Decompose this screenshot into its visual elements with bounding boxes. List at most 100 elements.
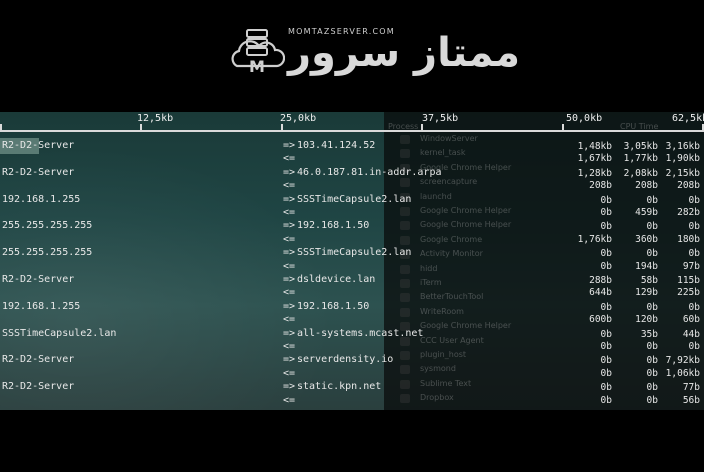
outbound-rate: 0b (688, 301, 700, 313)
outbound-rate: 77b (682, 382, 700, 394)
connection-destination: all-systems.mcast.net (297, 327, 424, 339)
process-icon (400, 207, 410, 216)
scale-label: 25,0kb (280, 113, 317, 124)
process-name: BetterTouchTool (420, 292, 484, 302)
inbound-arrow: <= (283, 260, 296, 272)
outbound-rate: 115b (677, 275, 700, 286)
process-icon (400, 351, 410, 360)
process-icon (400, 135, 410, 144)
connection-source: R2-D2-Server (2, 354, 75, 366)
process-name: WindowServer (420, 134, 478, 143)
process-icon (400, 235, 410, 245)
outbound-arrow: => (283, 354, 296, 366)
connection-destination: dsldevice.lan (297, 274, 376, 285)
header-banner: M MOMTAZSERVER.COM ممتاز سرور (0, 0, 704, 112)
connection-source: SSSTimeCapsule2.lan (2, 327, 117, 339)
inbound-rate: 282b (677, 207, 700, 218)
process-icon (400, 178, 410, 188)
process-name: Sublime Text (420, 378, 472, 388)
outbound-arrow: => (283, 220, 296, 232)
process-icon (400, 221, 410, 231)
process-name: Google Chrome Helper (420, 206, 512, 215)
svg-text:M: M (249, 57, 265, 76)
process-icon (400, 279, 410, 288)
connection-source: R2-D2-Server (2, 381, 75, 393)
process-name: Google Chrome Helper (420, 321, 512, 331)
process-name: Google Chrome Helper (420, 220, 512, 230)
process-icon (400, 365, 410, 375)
process-name: hidd (420, 263, 438, 273)
process-name: iTerm (420, 278, 442, 287)
connection-source: 192.168.1.255 (2, 193, 81, 205)
outbound-arrow: => (283, 300, 296, 312)
connection-source: 255.255.255.255 (2, 220, 93, 232)
outbound-rate: 0b (688, 194, 700, 206)
process-name: WriteRoom (420, 306, 464, 316)
logo-brand-text: ممتاز سرور (288, 30, 520, 76)
connection-source: R2-D2-Server (2, 274, 75, 285)
process-name: CCC User Agent (420, 335, 484, 345)
server-cloud-m-icon: M (231, 29, 285, 76)
inbound-rate: 180b (677, 233, 700, 245)
outbound-arrow: => (283, 381, 296, 393)
outbound-rate: 3,16kb (665, 141, 700, 152)
outbound-arrow: => (283, 327, 296, 339)
connection-destination: serverdensity.io (297, 354, 394, 366)
scale-bar (0, 130, 704, 132)
process-icon (400, 379, 410, 389)
inbound-arrow: <= (283, 394, 296, 406)
process-name: kernel_task (420, 148, 466, 158)
process-name: screencapture (420, 177, 478, 187)
outbound-arrow: => (283, 140, 296, 151)
outbound-rate: 0b (688, 221, 700, 233)
inbound-arrow: <= (283, 207, 296, 218)
connection-destination: 192.168.1.50 (297, 220, 370, 232)
inbound-rate: 60b (682, 314, 700, 326)
inbound-arrow: <= (283, 341, 296, 352)
outbound-rate: 2,15kb (665, 167, 700, 179)
process-name: launchd (420, 191, 452, 201)
process-name: sysmond (420, 364, 456, 374)
scale-label: 62,5kb (672, 113, 704, 124)
outbound-arrow: => (283, 166, 296, 178)
outbound-rate: 0b (688, 248, 700, 260)
process-icon (400, 307, 410, 317)
outbound-rate: 7,92kb (665, 355, 700, 367)
process-icon (400, 293, 410, 303)
inbound-rate: 1,06kb (665, 367, 700, 379)
connection-destination: 103.41.124.52 (297, 140, 376, 151)
connection-source: R2-D2-Server (2, 166, 75, 178)
outbound-arrow: => (283, 274, 296, 285)
inbound-rate: 0b (688, 341, 700, 352)
connection-source: 255.255.255.255 (2, 247, 93, 259)
connection-source: R2-D2-Server (2, 140, 75, 151)
connection-destination: SSSTimeCapsule2.lan (297, 193, 412, 205)
inbound-rate: 1,90kb (665, 153, 700, 165)
outbound-arrow: => (283, 193, 296, 205)
process-name: Dropbox (420, 393, 454, 403)
process-icon (400, 149, 410, 159)
terminal-window: Process CPU Time WindowServer kernel_task… (0, 112, 704, 410)
connection-destination: SSSTimeCapsule2.lan (297, 247, 412, 259)
inbound-arrow: <= (283, 180, 296, 192)
process-name: plugin_host (420, 350, 467, 359)
scale-label: 12,5kb (137, 113, 174, 124)
connection-destination: 192.168.1.50 (297, 300, 370, 312)
inbound-arrow: <= (283, 367, 296, 379)
inbound-rate: 208b (677, 180, 700, 192)
outbound-arrow: => (283, 247, 296, 259)
connection-destination: static.kpn.net (297, 381, 382, 393)
scale-label: 37,5kb (422, 113, 459, 124)
process-icon (400, 394, 410, 404)
footer-band (0, 410, 704, 472)
connection-source: 192.168.1.255 (2, 300, 81, 312)
connection-destination: 46.0.187.81.in-addr.arpa (297, 166, 442, 178)
inbound-arrow: <= (283, 233, 296, 245)
inbound-rate: 225b (677, 287, 700, 299)
scale-label: 50,0kb (566, 113, 603, 124)
inbound-arrow: <= (283, 153, 296, 165)
inbound-arrow: <= (283, 287, 296, 299)
inbound-rate: 97b (682, 260, 700, 272)
process-icon (400, 264, 410, 274)
inbound-arrow: <= (283, 314, 296, 326)
